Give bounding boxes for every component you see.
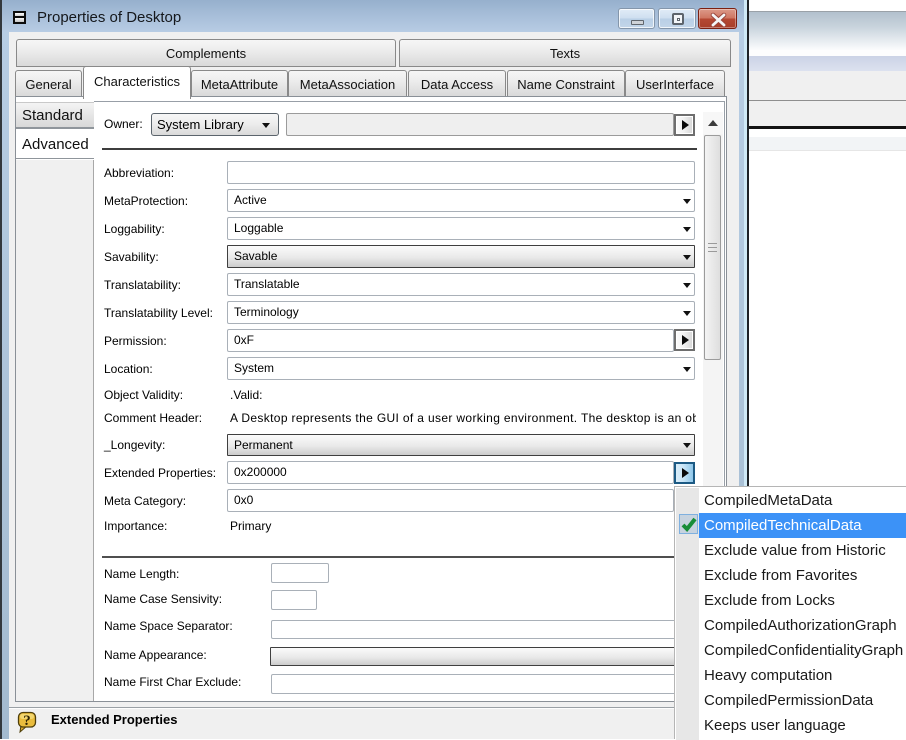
svg-text:?: ? xyxy=(23,713,31,729)
